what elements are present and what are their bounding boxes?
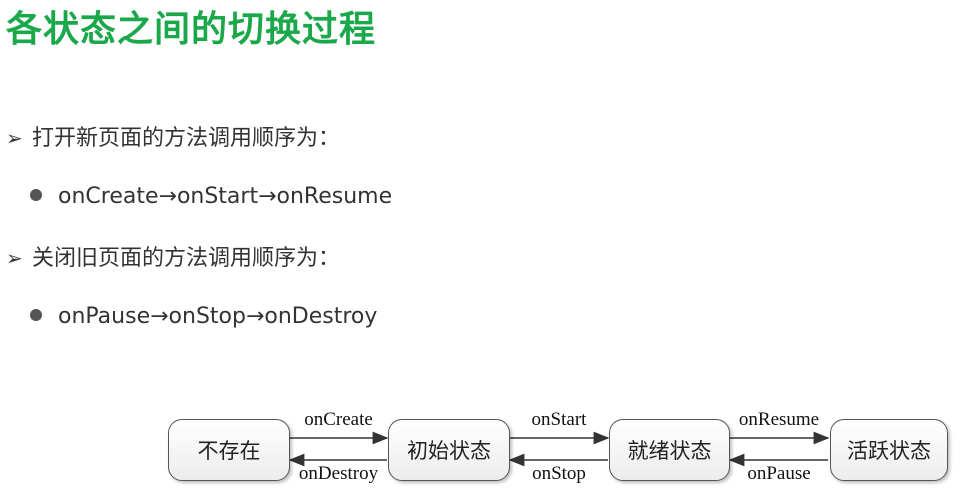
arrow-bullet-icon: ➢: [6, 126, 23, 150]
label-onresume: onResume: [738, 409, 820, 430]
arrow-bullet-icon: ➢: [6, 246, 23, 270]
label-onstart: onStart: [531, 409, 587, 430]
open-order-sequence: onCreate→onStart→onResume: [30, 182, 392, 212]
state-active: 活跃状态: [830, 419, 948, 481]
close-order-sequence-text: onPause→onStop→onDestroy: [58, 304, 378, 329]
circle-bullet-icon: [30, 309, 42, 321]
label-oncreate: onCreate: [304, 409, 373, 430]
close-order-heading: ➢ 关闭旧页面的方法调用顺序为：: [6, 243, 340, 274]
state-ready: 就绪状态: [609, 419, 730, 481]
close-order-sequence: onPause→onStop→onDestroy: [30, 302, 377, 332]
state-not-exist: 不存在: [168, 419, 290, 481]
close-order-heading-text: 关闭旧页面的方法调用顺序为：: [32, 246, 341, 271]
state-initial: 初始状态: [388, 419, 510, 481]
open-order-heading: ➢ 打开新页面的方法调用顺序为：: [6, 123, 340, 154]
page-title: 各状态之间的切换过程: [6, 9, 377, 50]
lifecycle-diagram: 不存在 初始状态 就绪状态 活跃状态 onCreate onDestroy on…: [160, 405, 955, 495]
open-order-heading-text: 打开新页面的方法调用顺序为：: [32, 126, 341, 151]
label-ondestroy: onDestroy: [298, 463, 379, 484]
open-order-sequence-text: onCreate→onStart→onResume: [58, 184, 393, 209]
circle-bullet-icon: [30, 189, 42, 201]
label-onpause: onPause: [747, 463, 811, 484]
label-onstop: onStop: [532, 463, 586, 484]
